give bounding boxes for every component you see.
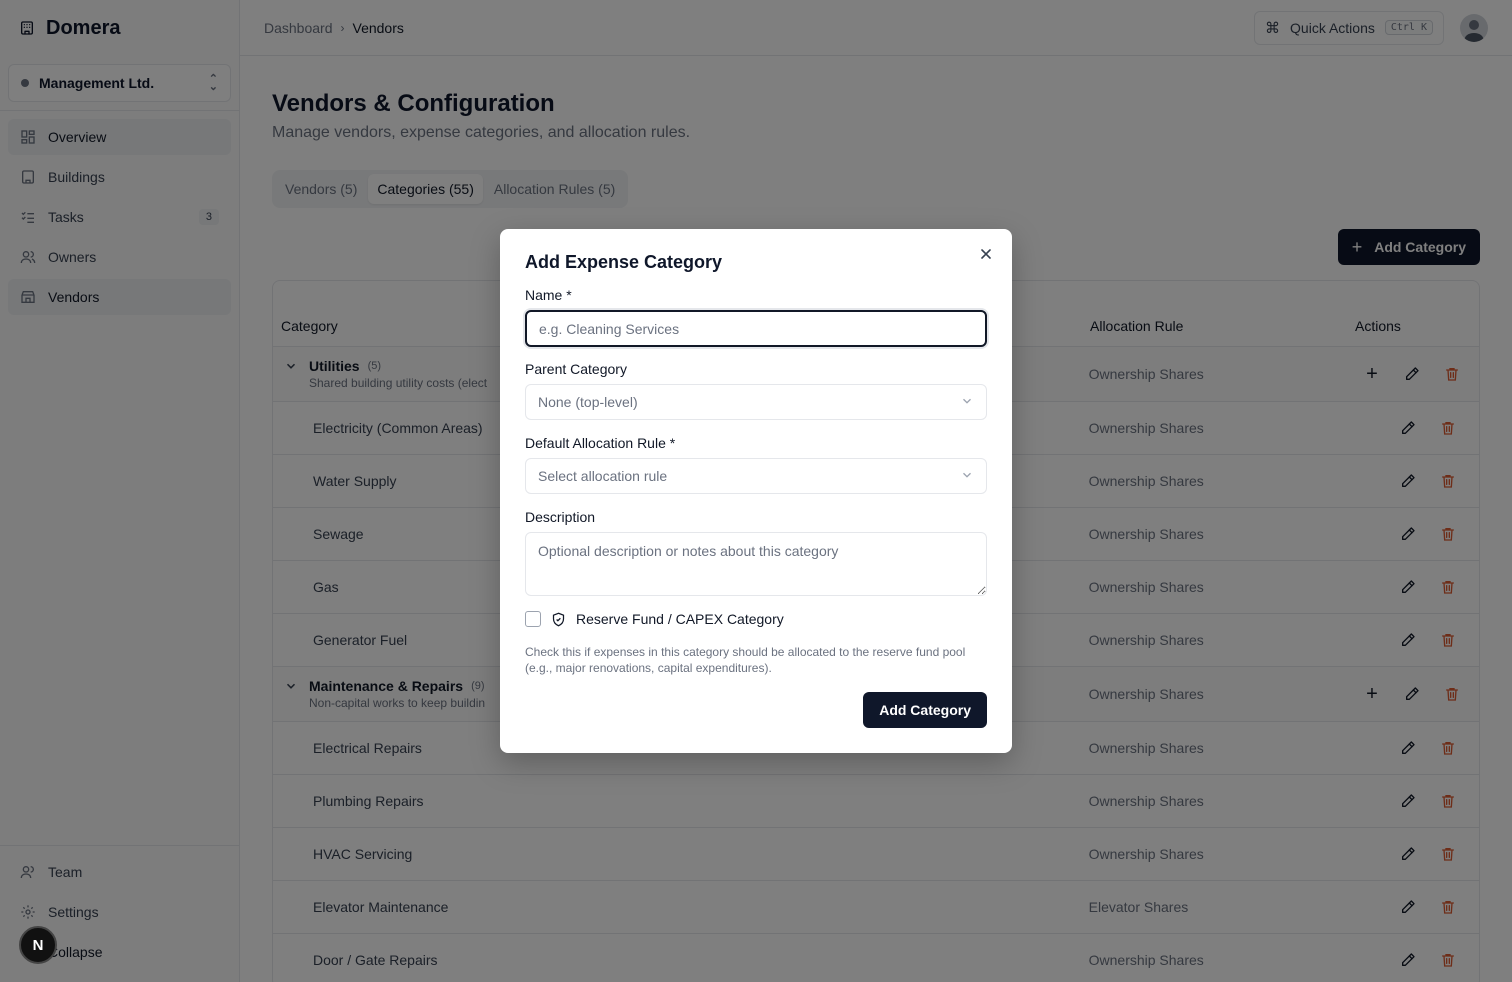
description-textarea[interactable]	[525, 532, 987, 596]
close-icon[interactable]	[978, 246, 994, 262]
dev-indicator-badge[interactable]: N	[19, 926, 57, 964]
allocation-rule-placeholder: Select allocation rule	[538, 468, 668, 484]
chevron-down-icon	[960, 468, 974, 485]
name-field[interactable]	[525, 310, 987, 347]
description-label: Description	[525, 509, 596, 525]
parent-category-value: None (top-level)	[538, 394, 638, 410]
parent-category-label: Parent Category	[525, 361, 627, 377]
submit-add-category-button[interactable]: Add Category	[863, 692, 987, 728]
shield-check-icon	[551, 612, 566, 627]
allocation-rule-label: Default Allocation Rule *	[525, 435, 676, 451]
allocation-rule-select[interactable]: Select allocation rule	[525, 458, 987, 494]
add-expense-category-dialog: Add Expense Category Name * Parent Categ…	[500, 229, 1012, 753]
reserve-fund-row: Reserve Fund / CAPEX Category	[525, 611, 784, 627]
reserve-fund-checkbox[interactable]	[525, 611, 541, 627]
parent-category-select[interactable]: None (top-level)	[525, 384, 987, 420]
reserve-fund-label: Reserve Fund / CAPEX Category	[576, 611, 784, 627]
dialog-title: Add Expense Category	[525, 252, 723, 272]
name-label: Name *	[525, 287, 572, 303]
chevron-down-icon	[960, 394, 974, 411]
name-input[interactable]	[539, 320, 973, 337]
reserve-fund-help: Check this if expenses in this category …	[525, 645, 966, 675]
